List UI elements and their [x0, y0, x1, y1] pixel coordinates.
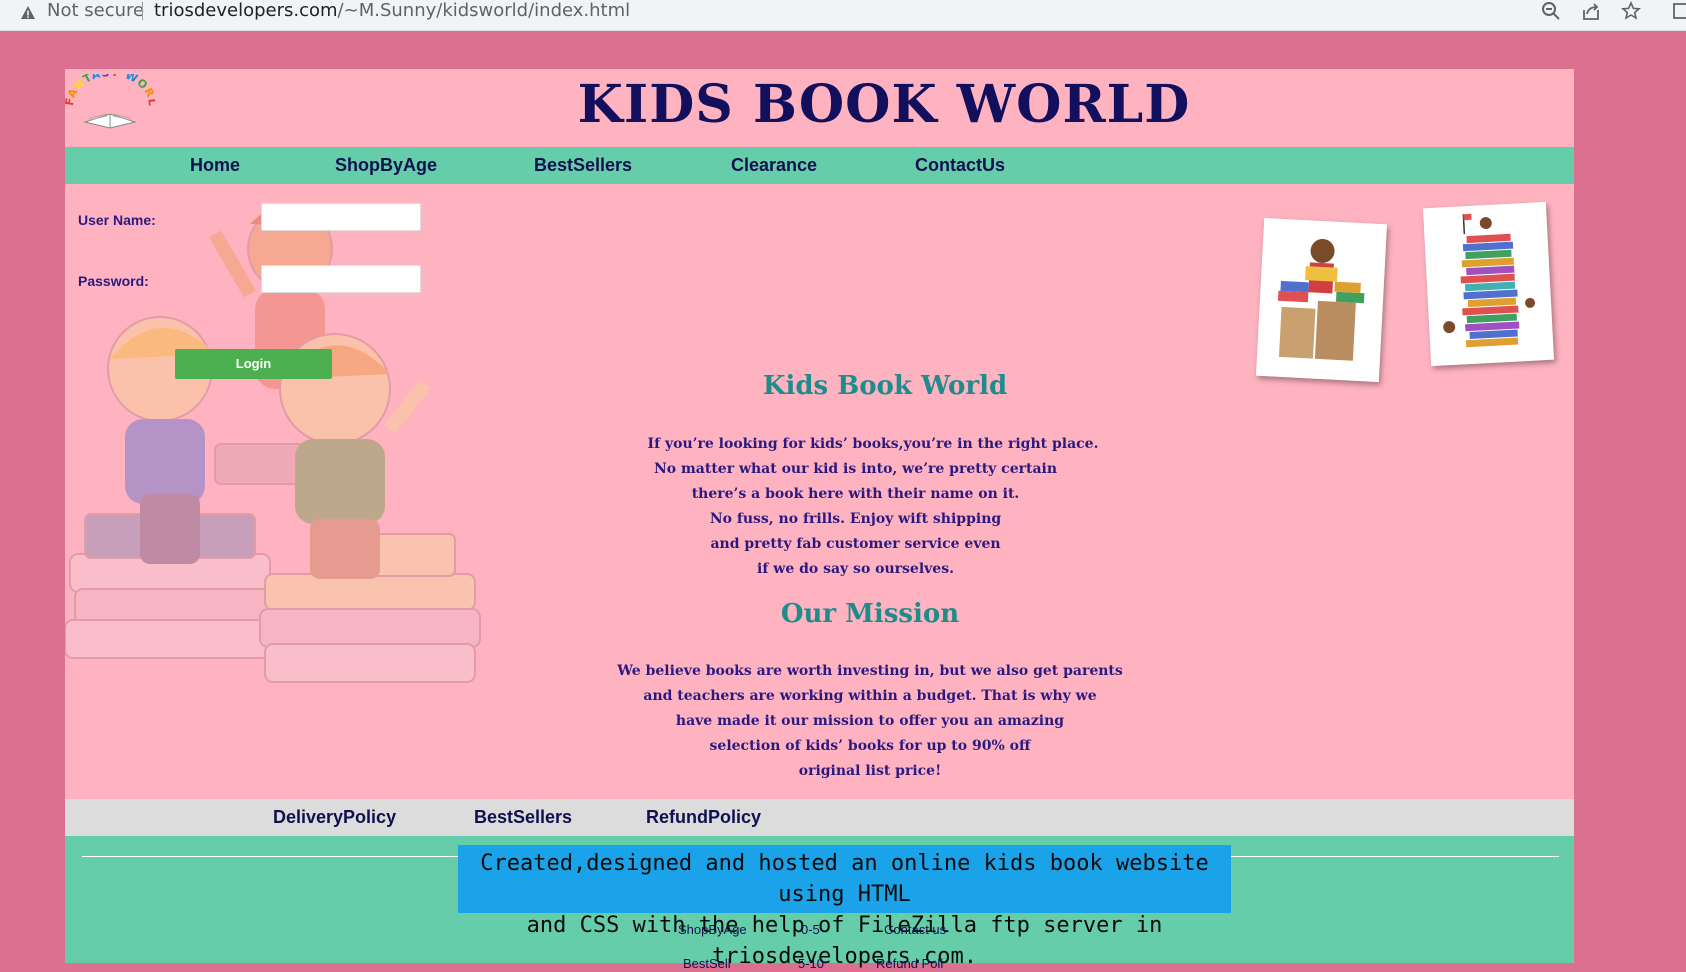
nav-contact-us[interactable]: ContactUs — [915, 147, 1005, 184]
security-status[interactable]: Not secure — [47, 0, 144, 22]
warning-icon[interactable] — [20, 5, 36, 21]
browser-address-bar: Not secure triosdevelopers.com/~M.Sunny/… — [0, 0, 1686, 31]
about-text: If you’re looking for kids’ books,you’re… — [553, 432, 1193, 582]
about-heading: Kids Book World — [762, 371, 1008, 401]
book-reader-image — [1255, 217, 1388, 383]
mission-line: and teachers are working within a budget… — [643, 688, 1097, 704]
site-footer: Created,designed and hosted an online ki… — [65, 836, 1574, 971]
about-line: if we do say so ourselves. — [757, 561, 954, 577]
mission-text: We believe books are worth investing in,… — [550, 659, 1190, 784]
url-host: triosdevelopers.com — [154, 0, 338, 21]
about-line: If you’re looking for kids’ books,you’re… — [647, 436, 1099, 452]
kids-on-books-illustration — [65, 204, 481, 683]
url-path: /~M.Sunny/kidsworld/index.html — [337, 0, 631, 21]
mission-line: We believe books are worth investing in,… — [617, 663, 1123, 679]
footer-nav-refund-policy[interactable]: RefundPolicy — [646, 799, 761, 836]
page-container: FANTASY WORLD KIDS BOOK WORLD Home ShopB… — [65, 69, 1574, 971]
mission-line: original list price! — [798, 763, 942, 779]
divider — [142, 2, 143, 20]
mission-line: have made it our mission to offer you an… — [675, 713, 1065, 729]
footer-link-age-5-10[interactable]: 5-10 — [798, 956, 824, 971]
about-line: there’s a book here with their name on i… — [691, 486, 1020, 502]
password-input[interactable] — [261, 265, 421, 293]
footer-link-bestsellers[interactable]: BestSell — [683, 956, 731, 971]
login-button[interactable]: Login — [175, 349, 332, 379]
about-section: Kids Book World — [565, 371, 1205, 401]
nav-clearance[interactable]: Clearance — [731, 147, 817, 184]
nav-home[interactable]: Home — [190, 147, 240, 184]
zoom-icon[interactable] — [1541, 1, 1561, 21]
mission-section: Our Mission — [550, 599, 1190, 629]
main-navigation: Home ShopByAge BestSellers Clearance Con… — [65, 147, 1574, 184]
nav-bestsellers[interactable]: BestSellers — [534, 147, 632, 184]
username-input[interactable] — [261, 203, 421, 231]
mission-heading: Our Mission — [780, 599, 960, 629]
about-line: No fuss, no frills. Enjoy wift shipping — [709, 511, 1002, 527]
password-label: Password: — [78, 273, 149, 289]
kids-on-book-stack-image — [1422, 201, 1555, 367]
site-title: KIDS BOOK WORLD — [577, 74, 1191, 135]
boy-reading-on-books-illustration — [1277, 238, 1365, 361]
footer-nav-delivery-policy[interactable]: DeliveryPolicy — [273, 799, 396, 836]
url-field[interactable]: triosdevelopers.com/~M.Sunny/kidsworld/i… — [154, 0, 630, 22]
about-line: No matter what our kid is into, we’re pr… — [653, 461, 1058, 477]
footer-navigation: DeliveryPolicy BestSellers RefundPolicy — [65, 799, 1574, 836]
about-line: and pretty fab customer service even — [710, 536, 1001, 552]
footer-link-shop-by-age[interactable]: ShopByAge — [678, 922, 747, 937]
footer-link-refund-policy[interactable]: Refund Poli — [876, 956, 943, 971]
footer-link-age-0-5[interactable]: 0-5 — [801, 922, 820, 937]
share-icon[interactable] — [1581, 1, 1601, 21]
footer-link-contact-us[interactable]: Contact us — [884, 922, 946, 937]
book-stack-illustration — [1443, 213, 1536, 348]
caption-banner: Created,designed and hosted an online ki… — [458, 845, 1231, 969]
username-label: User Name: — [78, 212, 156, 228]
bookmark-star-icon[interactable] — [1621, 1, 1641, 21]
side-panel-icon[interactable] — [1672, 1, 1686, 21]
mission-line: selection of kids’ books for up to 90% o… — [709, 738, 1031, 754]
banner-line: Created,designed and hosted an online ki… — [480, 851, 1209, 907]
footer-nav-bestsellers[interactable]: BestSellers — [474, 799, 572, 836]
nav-shop-by-age[interactable]: ShopByAge — [335, 147, 437, 184]
